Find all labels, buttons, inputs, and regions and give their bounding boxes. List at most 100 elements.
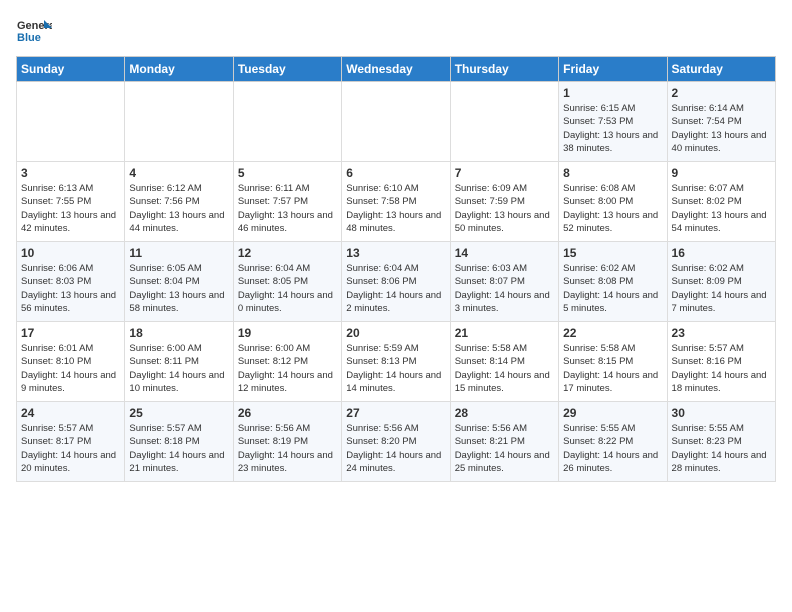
calendar-cell: 15 Sunrise: 6:02 AM Sunset: 8:08 PM Dayli… xyxy=(559,242,667,322)
calendar-cell: 9 Sunrise: 6:07 AM Sunset: 8:02 PM Daylig… xyxy=(667,162,775,242)
day-detail: Sunrise: 6:07 AM Sunset: 8:02 PM Dayligh… xyxy=(672,182,771,235)
day-detail: Sunrise: 6:14 AM Sunset: 7:54 PM Dayligh… xyxy=(672,102,771,155)
day-number: 30 xyxy=(672,406,771,420)
day-detail: Sunrise: 6:00 AM Sunset: 8:12 PM Dayligh… xyxy=(238,342,337,395)
day-number: 15 xyxy=(563,246,662,260)
svg-text:Blue: Blue xyxy=(17,32,41,44)
calendar-cell: 20Sunrise: 5:59 AM Sunset: 8:13 PM Dayli… xyxy=(342,322,450,402)
calendar-cell: 13Sunrise: 6:04 AM Sunset: 8:06 PM Dayli… xyxy=(342,242,450,322)
day-detail: Sunrise: 6:15 AM Sunset: 7:53 PM Dayligh… xyxy=(563,102,662,155)
calendar-cell: 19 Sunrise: 6:00 AM Sunset: 8:12 PM Dayli… xyxy=(233,322,341,402)
logo-icon: General Blue xyxy=(16,16,52,46)
day-number: 26 xyxy=(238,406,337,420)
day-number: 28 xyxy=(455,406,554,420)
day-number: 7 xyxy=(455,166,554,180)
calendar-cell: 11 Sunrise: 6:05 AM Sunset: 8:04 PM Dayli… xyxy=(125,242,233,322)
day-detail: Sunrise: 6:06 AM Sunset: 8:03 PM Dayligh… xyxy=(21,262,120,315)
day-number: 10 xyxy=(21,246,120,260)
calendar-cell: 28 Sunrise: 5:56 AM Sunset: 8:21 PM Dayli… xyxy=(450,402,558,482)
day-number: 14 xyxy=(455,246,554,260)
calendar-cell: 16Sunrise: 6:02 AM Sunset: 8:09 PM Dayli… xyxy=(667,242,775,322)
page-header: General Blue xyxy=(16,16,776,46)
calendar-cell xyxy=(125,82,233,162)
day-detail: Sunrise: 6:11 AM Sunset: 7:57 PM Dayligh… xyxy=(238,182,337,235)
day-detail: Sunrise: 6:04 AM Sunset: 8:06 PM Dayligh… xyxy=(346,262,445,315)
weekday-header-thursday: Thursday xyxy=(450,57,558,82)
day-detail: Sunrise: 5:57 AM Sunset: 8:16 PM Dayligh… xyxy=(672,342,771,395)
calendar-week-4: 17 Sunrise: 6:01 AM Sunset: 8:10 PM Dayli… xyxy=(17,322,776,402)
day-detail: Sunrise: 5:56 AM Sunset: 8:19 PM Dayligh… xyxy=(238,422,337,475)
day-number: 5 xyxy=(238,166,337,180)
calendar-week-2: 3Sunrise: 6:13 AM Sunset: 7:55 PM Daylig… xyxy=(17,162,776,242)
day-detail: Sunrise: 5:56 AM Sunset: 8:21 PM Dayligh… xyxy=(455,422,554,475)
calendar-cell xyxy=(233,82,341,162)
day-number: 23 xyxy=(672,326,771,340)
calendar-cell: 17 Sunrise: 6:01 AM Sunset: 8:10 PM Dayli… xyxy=(17,322,125,402)
day-detail: Sunrise: 5:58 AM Sunset: 8:14 PM Dayligh… xyxy=(455,342,554,395)
day-detail: Sunrise: 5:55 AM Sunset: 8:22 PM Dayligh… xyxy=(563,422,662,475)
day-number: 4 xyxy=(129,166,228,180)
calendar-cell: 27 Sunrise: 5:56 AM Sunset: 8:20 PM Dayli… xyxy=(342,402,450,482)
day-number: 21 xyxy=(455,326,554,340)
day-number: 27 xyxy=(346,406,445,420)
day-number: 17 xyxy=(21,326,120,340)
calendar-cell: 29 Sunrise: 5:55 AM Sunset: 8:22 PM Dayli… xyxy=(559,402,667,482)
calendar-cell: 2 Sunrise: 6:14 AM Sunset: 7:54 PM Daylig… xyxy=(667,82,775,162)
day-detail: Sunrise: 6:03 AM Sunset: 8:07 PM Dayligh… xyxy=(455,262,554,315)
calendar-cell: 21 Sunrise: 5:58 AM Sunset: 8:14 PM Dayli… xyxy=(450,322,558,402)
day-detail: Sunrise: 6:09 AM Sunset: 7:59 PM Dayligh… xyxy=(455,182,554,235)
day-detail: Sunrise: 5:56 AM Sunset: 8:20 PM Dayligh… xyxy=(346,422,445,475)
calendar-table: SundayMondayTuesdayWednesdayThursdayFrid… xyxy=(16,56,776,482)
calendar-cell: 1 Sunrise: 6:15 AM Sunset: 7:53 PM Daylig… xyxy=(559,82,667,162)
day-detail: Sunrise: 5:59 AM Sunset: 8:13 PM Dayligh… xyxy=(346,342,445,395)
day-number: 18 xyxy=(129,326,228,340)
calendar-cell: 25 Sunrise: 5:57 AM Sunset: 8:18 PM Dayli… xyxy=(125,402,233,482)
weekday-header-tuesday: Tuesday xyxy=(233,57,341,82)
calendar-cell: 6 Sunrise: 6:10 AM Sunset: 7:58 PM Daylig… xyxy=(342,162,450,242)
weekday-header-wednesday: Wednesday xyxy=(342,57,450,82)
calendar-cell: 23 Sunrise: 5:57 AM Sunset: 8:16 PM Dayli… xyxy=(667,322,775,402)
logo: General Blue xyxy=(16,16,52,46)
calendar-cell: 30 Sunrise: 5:55 AM Sunset: 8:23 PM Dayli… xyxy=(667,402,775,482)
day-detail: Sunrise: 6:01 AM Sunset: 8:10 PM Dayligh… xyxy=(21,342,120,395)
day-detail: Sunrise: 6:02 AM Sunset: 8:09 PM Dayligh… xyxy=(672,262,771,315)
day-number: 6 xyxy=(346,166,445,180)
calendar-cell: 5 Sunrise: 6:11 AM Sunset: 7:57 PM Daylig… xyxy=(233,162,341,242)
calendar-cell: 24Sunrise: 5:57 AM Sunset: 8:17 PM Dayli… xyxy=(17,402,125,482)
day-number: 2 xyxy=(672,86,771,100)
calendar-cell: 22 Sunrise: 5:58 AM Sunset: 8:15 PM Dayli… xyxy=(559,322,667,402)
calendar-cell: 7 Sunrise: 6:09 AM Sunset: 7:59 PM Daylig… xyxy=(450,162,558,242)
day-number: 24 xyxy=(21,406,120,420)
calendar-cell xyxy=(17,82,125,162)
calendar-cell xyxy=(450,82,558,162)
day-number: 22 xyxy=(563,326,662,340)
day-number: 19 xyxy=(238,326,337,340)
calendar-cell xyxy=(342,82,450,162)
day-detail: Sunrise: 6:02 AM Sunset: 8:08 PM Dayligh… xyxy=(563,262,662,315)
day-detail: Sunrise: 5:55 AM Sunset: 8:23 PM Dayligh… xyxy=(672,422,771,475)
calendar-cell: 4Sunrise: 6:12 AM Sunset: 7:56 PM Daylig… xyxy=(125,162,233,242)
calendar-cell: 8Sunrise: 6:08 AM Sunset: 8:00 PM Daylig… xyxy=(559,162,667,242)
day-detail: Sunrise: 5:58 AM Sunset: 8:15 PM Dayligh… xyxy=(563,342,662,395)
calendar-cell: 10 Sunrise: 6:06 AM Sunset: 8:03 PM Dayli… xyxy=(17,242,125,322)
day-number: 25 xyxy=(129,406,228,420)
day-number: 29 xyxy=(563,406,662,420)
calendar-week-5: 24Sunrise: 5:57 AM Sunset: 8:17 PM Dayli… xyxy=(17,402,776,482)
day-number: 1 xyxy=(563,86,662,100)
calendar-cell: 12Sunrise: 6:04 AM Sunset: 8:05 PM Dayli… xyxy=(233,242,341,322)
day-detail: Sunrise: 6:08 AM Sunset: 8:00 PM Dayligh… xyxy=(563,182,662,235)
day-detail: Sunrise: 6:05 AM Sunset: 8:04 PM Dayligh… xyxy=(129,262,228,315)
weekday-header-sunday: Sunday xyxy=(17,57,125,82)
day-number: 11 xyxy=(129,246,228,260)
day-detail: Sunrise: 6:00 AM Sunset: 8:11 PM Dayligh… xyxy=(129,342,228,395)
calendar-week-3: 10 Sunrise: 6:06 AM Sunset: 8:03 PM Dayli… xyxy=(17,242,776,322)
calendar-cell: 3Sunrise: 6:13 AM Sunset: 7:55 PM Daylig… xyxy=(17,162,125,242)
calendar-week-1: 1 Sunrise: 6:15 AM Sunset: 7:53 PM Daylig… xyxy=(17,82,776,162)
day-detail: Sunrise: 6:10 AM Sunset: 7:58 PM Dayligh… xyxy=(346,182,445,235)
weekday-header-saturday: Saturday xyxy=(667,57,775,82)
day-detail: Sunrise: 6:04 AM Sunset: 8:05 PM Dayligh… xyxy=(238,262,337,315)
day-number: 9 xyxy=(672,166,771,180)
day-detail: Sunrise: 5:57 AM Sunset: 8:18 PM Dayligh… xyxy=(129,422,228,475)
weekday-header-friday: Friday xyxy=(559,57,667,82)
day-detail: Sunrise: 6:13 AM Sunset: 7:55 PM Dayligh… xyxy=(21,182,120,235)
